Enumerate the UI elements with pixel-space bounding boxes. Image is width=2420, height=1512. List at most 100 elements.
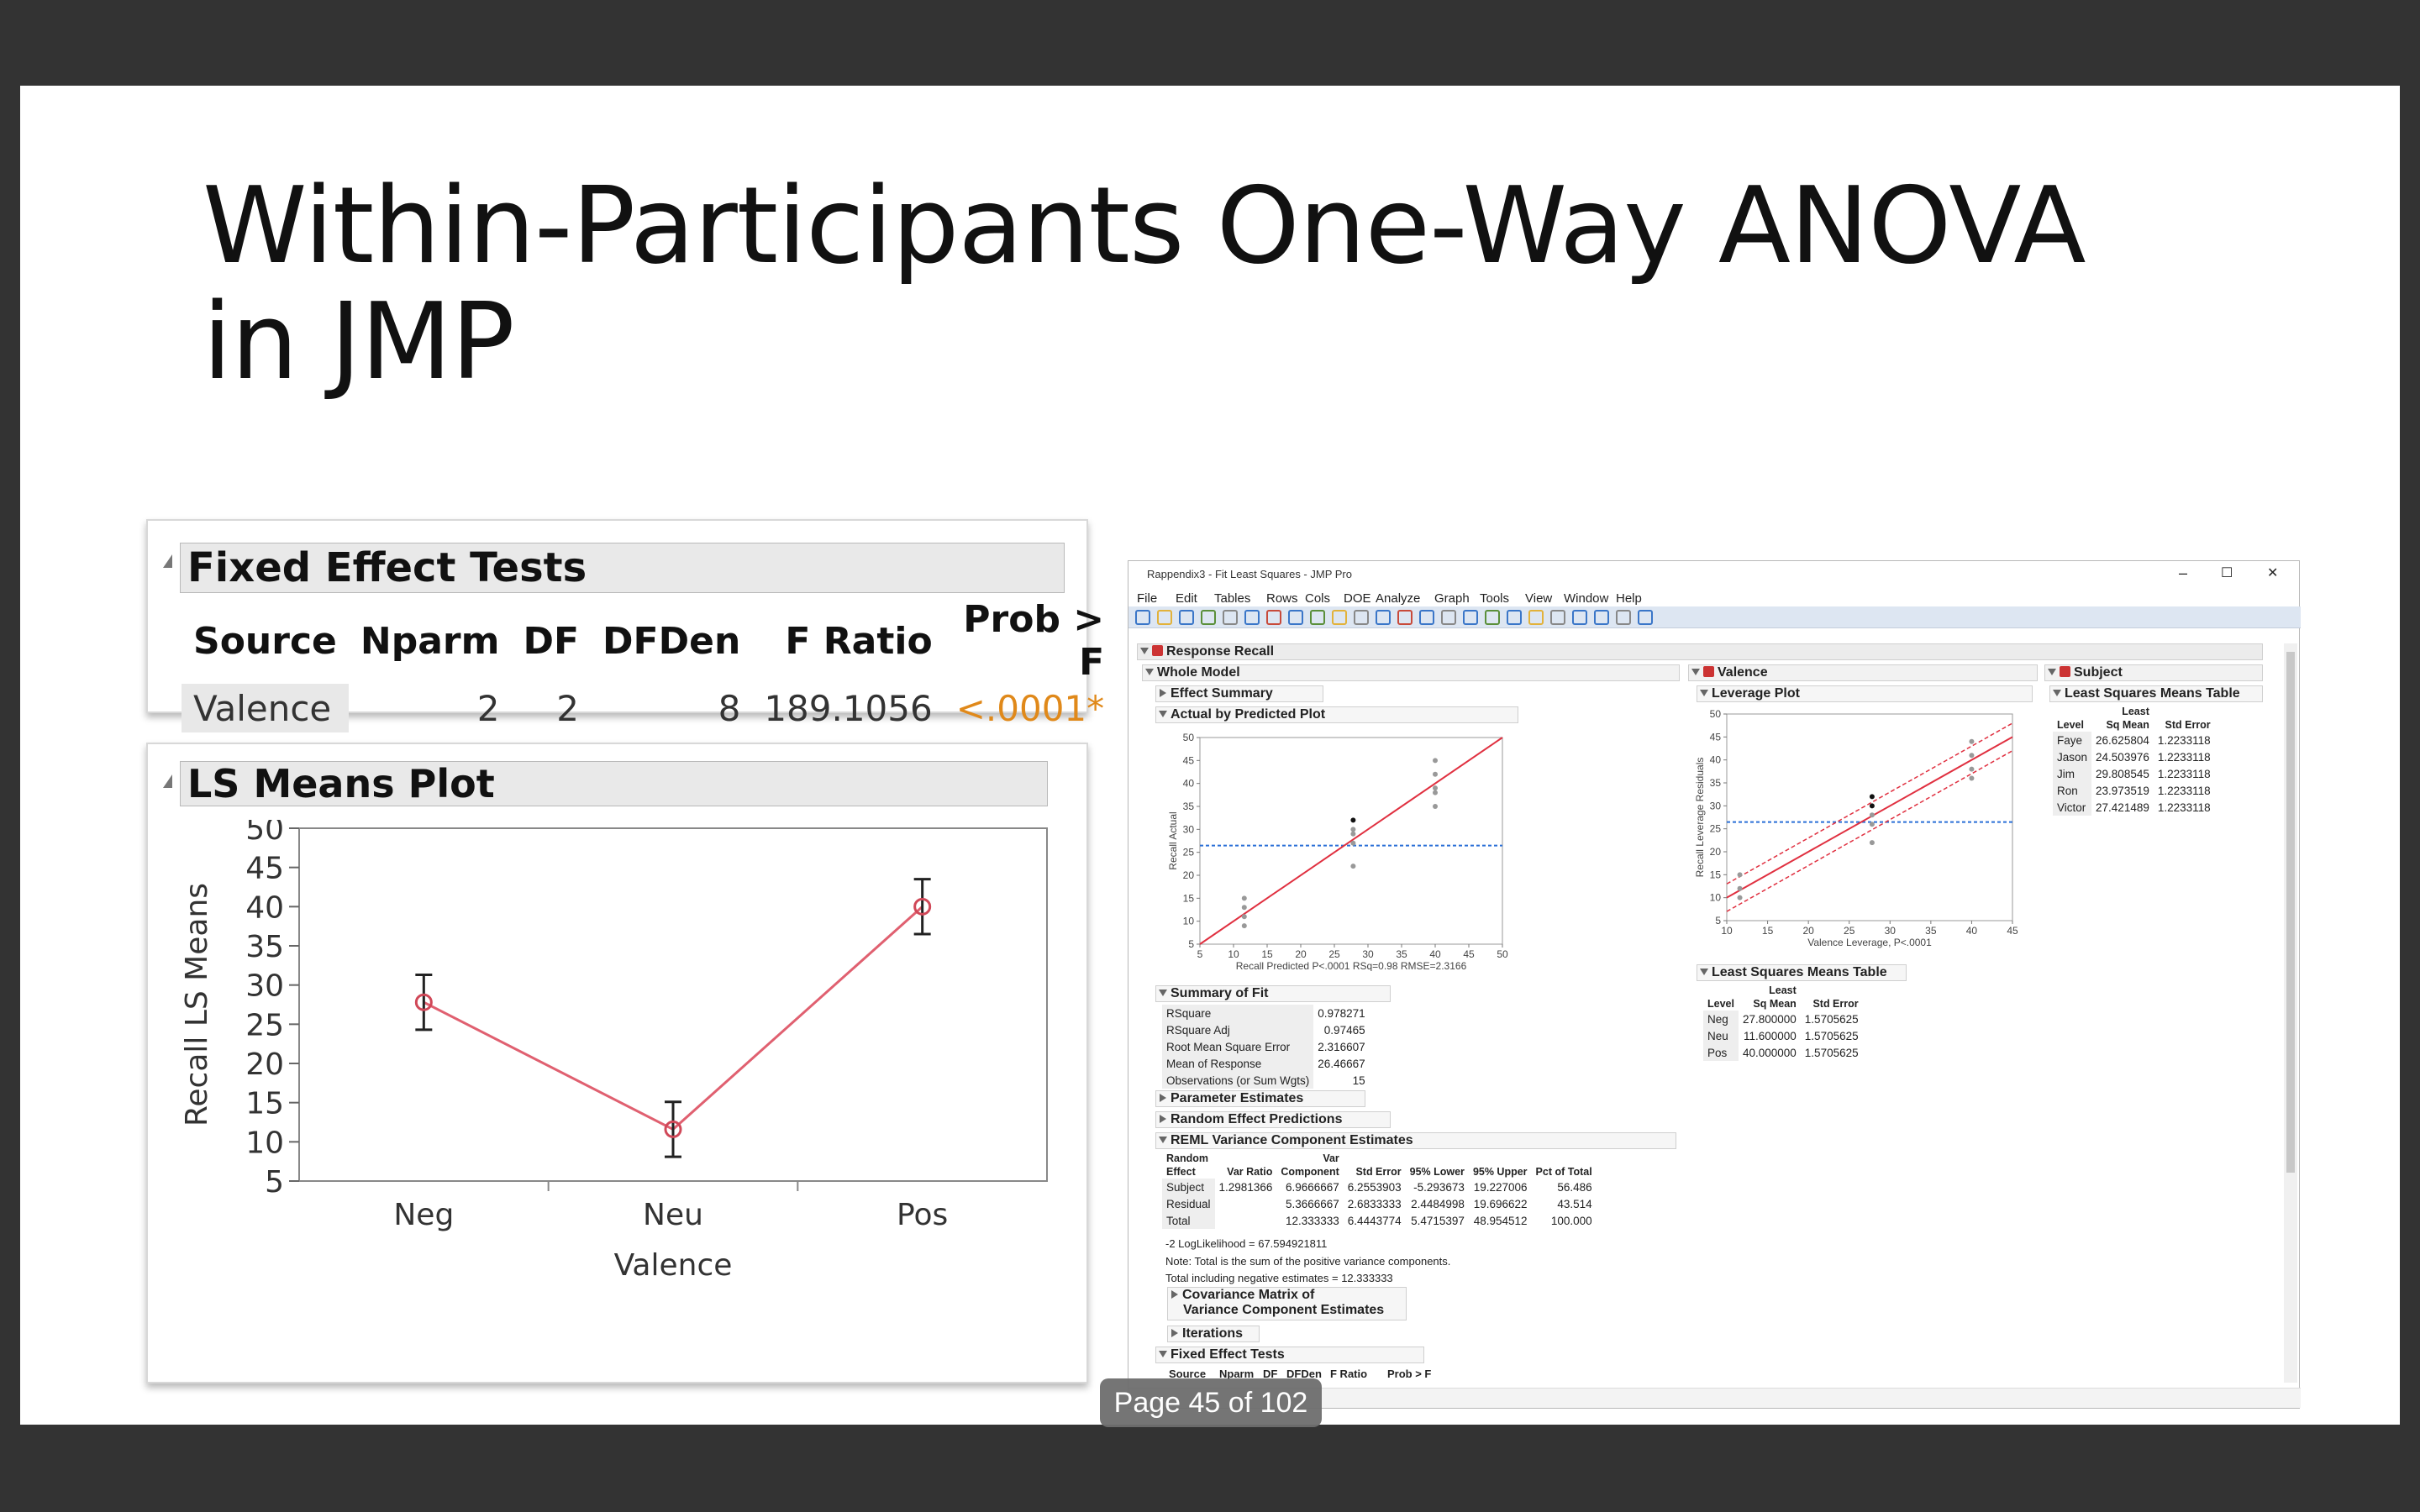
toolbar-button-icon[interactable] xyxy=(1463,610,1478,625)
covariance-label-2: Variance Component Estimates xyxy=(1183,1303,1385,1317)
whole-model-section[interactable]: Whole Model xyxy=(1142,664,1680,681)
leverage-plot-section[interactable]: Leverage Plot xyxy=(1697,685,2033,702)
toolbar-button-icon[interactable] xyxy=(1507,610,1522,625)
ls-means-header[interactable]: LS Means Plot xyxy=(180,761,1048,806)
table-header-cell xyxy=(1801,984,1863,997)
table-cell xyxy=(1215,1195,1277,1212)
valence-lsm-section[interactable]: Least Squares Means Table xyxy=(1697,964,1907,981)
toolbar-button-icon[interactable] xyxy=(1157,610,1172,625)
red-triangle-icon[interactable] xyxy=(1703,666,1714,677)
toolbar-button-icon[interactable] xyxy=(1616,610,1631,625)
toolbar-button-icon[interactable] xyxy=(1485,610,1500,625)
y-tick-label: 20 xyxy=(1183,869,1195,881)
red-triangle-icon[interactable] xyxy=(2060,666,2070,677)
table-header-row: Random Var xyxy=(1162,1152,1605,1165)
toolbar-button-icon[interactable] xyxy=(1594,610,1609,625)
table-cell xyxy=(1215,1212,1277,1229)
toolbar-button-icon[interactable] xyxy=(1266,610,1281,625)
y-tick-label: 15 xyxy=(1183,892,1195,904)
data-point xyxy=(1241,923,1247,929)
table-cell: 24.503976 xyxy=(2096,750,2149,764)
menu-window[interactable]: Window xyxy=(1564,591,1608,606)
ls-means-panel: LS Means Plot 5 10 15 20 25 30 35 40 45 50 Neg Neu P… xyxy=(146,743,1088,1383)
y-tick-label: 35 xyxy=(245,930,284,964)
data-point xyxy=(1433,804,1438,809)
x-tick-label: 40 xyxy=(1966,925,1978,937)
parameter-estimates-section[interactable]: Parameter Estimates xyxy=(1155,1090,1365,1107)
valence-section[interactable]: Valence xyxy=(1688,664,2038,681)
toolbar-button-icon[interactable] xyxy=(1528,610,1544,625)
subject-section[interactable]: Subject xyxy=(2044,664,2263,681)
y-tick-label: 15 xyxy=(1710,869,1722,880)
response-section[interactable]: Response Recall xyxy=(1137,643,2263,660)
fixed-effect-tests-section[interactable]: Fixed Effect Tests xyxy=(1155,1347,1424,1363)
subject-lsm-section[interactable]: Least Squares Means Table xyxy=(2049,685,2263,702)
toolbar-button-icon[interactable] xyxy=(1288,610,1303,625)
toolbar-button-icon[interactable] xyxy=(1223,610,1238,625)
disclosure-icon[interactable] xyxy=(163,774,172,788)
menu-analyze[interactable]: Analyze xyxy=(1376,591,1420,606)
menu-file[interactable]: File xyxy=(1137,591,1157,606)
table-header-cell xyxy=(1597,1152,1605,1165)
red-triangle-icon[interactable] xyxy=(1152,645,1163,656)
menu-graph[interactable]: Graph xyxy=(1434,591,1470,606)
actual-plot-section[interactable]: Actual by Predicted Plot xyxy=(1155,706,1518,723)
scrollbar[interactable] xyxy=(2284,643,2297,1383)
table-cell: 29.808545 xyxy=(2096,767,2149,780)
random-effect-section[interactable]: Random Effect Predictions xyxy=(1155,1111,1391,1128)
table-cell: 0.978271 xyxy=(1318,1006,1365,1020)
table-header-row: Source Nparm DF DFDen F Ratio Prob > F xyxy=(182,598,1116,684)
effect-summary-section[interactable]: Effect Summary xyxy=(1155,685,1323,702)
toolbar-button-icon[interactable] xyxy=(1244,610,1260,625)
cell-dfden: 8 xyxy=(718,687,741,729)
toolbar-button-icon[interactable] xyxy=(1572,610,1587,625)
x-tick-label: Pos xyxy=(897,1198,948,1232)
minimize-button[interactable]: – xyxy=(2179,564,2187,582)
menu-edit[interactable]: Edit xyxy=(1176,591,1197,606)
menu-doe[interactable]: DOE xyxy=(1344,591,1371,606)
summary-of-fit-section[interactable]: Summary of Fit xyxy=(1155,985,1391,1002)
table-row: Subject 1.2981366 6.9666667 6.2553903 -5.293… xyxy=(1162,1179,1605,1195)
menu-tables[interactable]: Tables xyxy=(1214,591,1250,606)
close-button[interactable]: ✕ xyxy=(2267,564,2278,581)
menu-rows[interactable]: Rows xyxy=(1266,591,1298,606)
data-point xyxy=(1433,785,1438,791)
menu-cols[interactable]: Cols xyxy=(1305,591,1330,606)
valence-label: Valence xyxy=(1718,665,1768,680)
toolbar-button-icon[interactable] xyxy=(1135,610,1150,625)
scrollbar-thumb[interactable] xyxy=(2286,652,2295,1173)
iterations-section[interactable]: Iterations xyxy=(1167,1326,1260,1342)
data-point xyxy=(1869,822,1875,827)
subject-label: Subject xyxy=(2074,665,2123,680)
table-header-row: Least xyxy=(2053,705,2215,718)
toolbar-button-icon[interactable] xyxy=(1441,610,1456,625)
covariance-section[interactable]: Covariance Matrix of Variance Component E… xyxy=(1167,1287,1407,1320)
parameter-estimates-label: Parameter Estimates xyxy=(1171,1091,1304,1105)
table-header-cell xyxy=(1703,984,1739,997)
toolbar-button-icon[interactable] xyxy=(1332,610,1347,625)
toolbar-button-icon[interactable] xyxy=(1419,610,1434,625)
reml-section[interactable]: REML Variance Component Estimates xyxy=(1155,1132,1676,1149)
fixed-effect-header[interactable]: Fixed Effect Tests xyxy=(180,543,1065,593)
x-axis-label: Valence Leverage, P<.0001 xyxy=(1807,937,1932,948)
toolbar-button-icon[interactable] xyxy=(1201,610,1216,625)
menu-tools[interactable]: Tools xyxy=(1480,591,1509,606)
table-cell: RSquare xyxy=(1162,1005,1314,1021)
toolbar-button-icon[interactable] xyxy=(1376,610,1391,625)
toolbar-button-icon[interactable] xyxy=(1638,610,1653,625)
table-cell: Root Mean Square Error xyxy=(1162,1038,1314,1055)
table-row: Mean of Response 26.46667 xyxy=(1162,1055,1370,1072)
menu-help[interactable]: Help xyxy=(1616,591,1642,606)
menu-view[interactable]: View xyxy=(1525,591,1552,606)
toolbar-button-icon[interactable] xyxy=(1179,610,1194,625)
toolbar-button-icon[interactable] xyxy=(1354,610,1369,625)
maximize-button[interactable]: ☐ xyxy=(2221,564,2233,581)
toolbar-button-icon[interactable] xyxy=(1397,610,1413,625)
table-row: RSquare Adj 0.97465 xyxy=(1162,1021,1370,1038)
disclosure-icon[interactable] xyxy=(163,554,172,568)
table-cell: 19.227006 xyxy=(1473,1180,1528,1194)
toolbar-button-icon[interactable] xyxy=(1310,610,1325,625)
toolbar-button-icon[interactable] xyxy=(1550,610,1565,625)
table-header-cell: Var Ratio xyxy=(1227,1166,1273,1178)
y-tick-label: 20 xyxy=(1710,846,1722,858)
